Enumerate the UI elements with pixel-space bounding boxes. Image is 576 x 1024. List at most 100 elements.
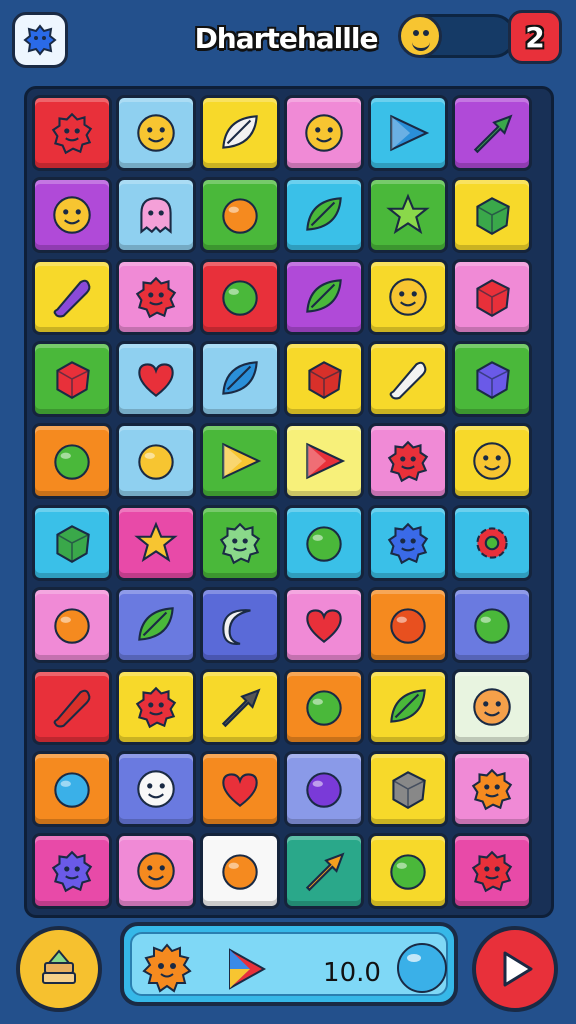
board-tile[interactable]: [32, 669, 112, 745]
board-tile[interactable]: [284, 259, 364, 335]
yellow-chick-icon: [389, 278, 427, 316]
settings-button[interactable]: [12, 12, 68, 68]
board-tile[interactable]: [284, 669, 364, 745]
board-tile[interactable]: [200, 587, 280, 663]
board-tile[interactable]: [32, 423, 112, 499]
board-tile[interactable]: [452, 833, 532, 909]
board-tile[interactable]: [368, 833, 448, 909]
board-tile[interactable]: [116, 833, 196, 909]
yellow-lion-face-icon: [53, 196, 91, 234]
game-board: [24, 86, 554, 918]
board-tile[interactable]: [32, 751, 112, 827]
board-tile[interactable]: [452, 587, 532, 663]
game-title: Dhartehallle: [194, 22, 379, 55]
green-hook-icon: [138, 607, 174, 641]
board-tile[interactable]: [32, 833, 112, 909]
blue-leaf-icon: [222, 361, 258, 395]
red-apple-icon: [306, 609, 342, 643]
play-triangle-icon[interactable]: [222, 946, 268, 992]
board-tile[interactable]: [200, 341, 280, 417]
board-tile[interactable]: [284, 95, 364, 171]
yellow-cheese-icon: [222, 442, 262, 480]
blue-bubble-icon[interactable]: [394, 940, 450, 996]
orange-blob-icon: [471, 768, 513, 811]
board-tile[interactable]: [284, 751, 364, 827]
cube-icon-icon: [56, 361, 90, 399]
board-tile[interactable]: [116, 341, 196, 417]
board-tile[interactable]: [32, 341, 112, 417]
board-tile[interactable]: [368, 587, 448, 663]
board-tile[interactable]: [284, 423, 364, 499]
board-tile[interactable]: [284, 587, 364, 663]
red-heart-icon: [222, 773, 258, 807]
red-blob-icon: [135, 686, 177, 729]
sword-frame-icon: [221, 688, 261, 728]
board-tile[interactable]: [32, 177, 112, 253]
play-button[interactable]: [472, 926, 558, 1012]
board-tile[interactable]: [284, 833, 364, 909]
level-counter[interactable]: 2: [508, 10, 562, 64]
board-tile[interactable]: [284, 505, 364, 581]
board-tile[interactable]: [116, 423, 196, 499]
board-tile[interactable]: [368, 259, 448, 335]
blue-puffball-icon: [387, 522, 429, 565]
board-tile[interactable]: [32, 587, 112, 663]
board-tile[interactable]: [116, 259, 196, 335]
board-tile[interactable]: [200, 423, 280, 499]
board-tile[interactable]: [200, 95, 280, 171]
board-tile[interactable]: [452, 177, 532, 253]
board-tile[interactable]: [368, 751, 448, 827]
orange-carrot-icon: [305, 852, 345, 892]
board-tile[interactable]: [368, 177, 448, 253]
board-tile[interactable]: [116, 95, 196, 171]
orange-chick-icon: [54, 608, 90, 644]
board-tile[interactable]: [116, 177, 196, 253]
board-tile[interactable]: [452, 423, 532, 499]
board-tile[interactable]: [452, 259, 532, 335]
green-bubble-icon: [390, 854, 426, 890]
board-tile[interactable]: [116, 587, 196, 663]
blue-splat-icon: [23, 24, 57, 56]
red-blob-monster-icon: [51, 112, 93, 155]
board-tile[interactable]: [368, 341, 448, 417]
board-tile[interactable]: [368, 95, 448, 171]
white-ghost-icon: [137, 770, 175, 808]
orange-lion-icon[interactable]: [140, 942, 194, 996]
board-tile[interactable]: [452, 751, 532, 827]
board-tile[interactable]: [116, 669, 196, 745]
top-bar: Dhartehallle 2: [0, 0, 576, 80]
board-tile[interactable]: [368, 423, 448, 499]
red-eraser-icon: [53, 689, 91, 728]
board-tile[interactable]: [452, 669, 532, 745]
board-tile[interactable]: [200, 669, 280, 745]
board-tile[interactable]: [452, 505, 532, 581]
board-tile[interactable]: [200, 751, 280, 827]
bottom-bar: 10.0: [0, 918, 576, 1024]
green-blob-icon: [54, 444, 90, 480]
board-tile[interactable]: [452, 95, 532, 171]
board-tile[interactable]: [200, 833, 280, 909]
stack-button[interactable]: [16, 926, 102, 1012]
board-tile[interactable]: [32, 95, 112, 171]
board-tile[interactable]: [116, 751, 196, 827]
green-leaf-icon: [390, 689, 426, 723]
board-tile[interactable]: [368, 505, 448, 581]
yellow-star-icon: [134, 521, 178, 563]
eraser-icon-icon: [389, 361, 427, 400]
red-box-icon: [308, 361, 342, 399]
yellow-smiley-icon: [305, 114, 343, 152]
board-tile[interactable]: [368, 669, 448, 745]
board-tile[interactable]: [200, 177, 280, 253]
monkey-face-icon: [473, 688, 511, 726]
green-leaf-shield-icon: [306, 197, 342, 231]
board-tile[interactable]: [200, 505, 280, 581]
board-tile[interactable]: [32, 259, 112, 335]
board-tile[interactable]: [116, 505, 196, 581]
green-apple-icon: [306, 526, 342, 562]
green-check-icon: [474, 608, 510, 644]
board-tile[interactable]: [32, 505, 112, 581]
board-tile[interactable]: [452, 341, 532, 417]
board-tile[interactable]: [284, 341, 364, 417]
board-tile[interactable]: [200, 259, 280, 335]
board-tile[interactable]: [284, 177, 364, 253]
